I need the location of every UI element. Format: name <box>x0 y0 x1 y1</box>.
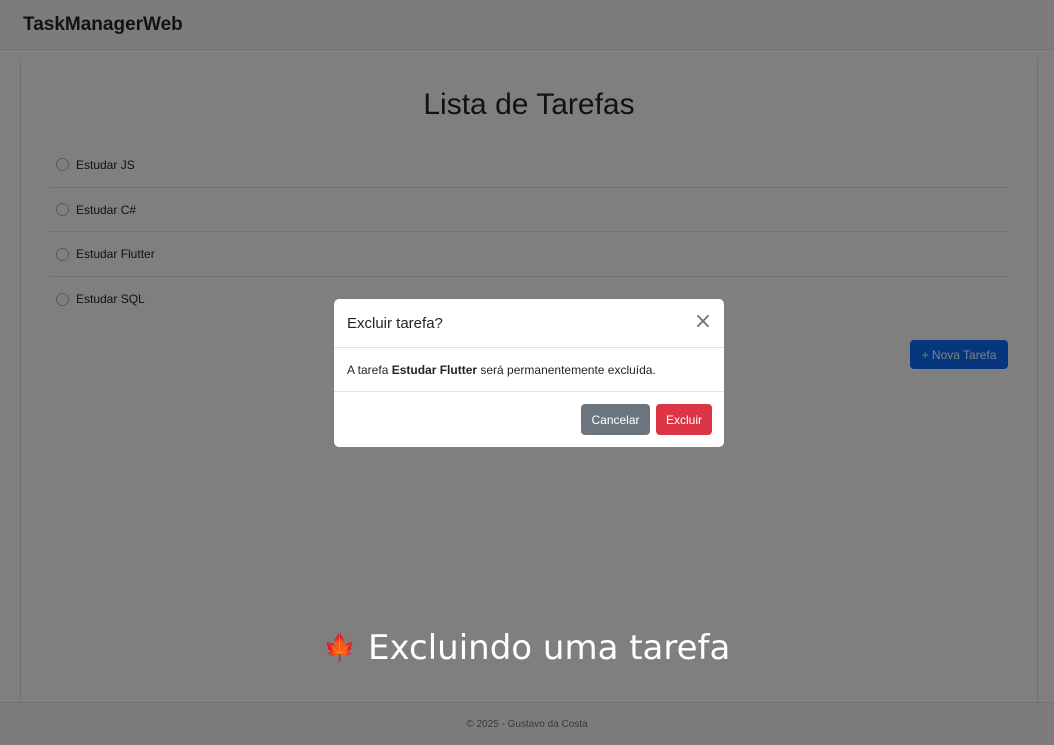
modal-footer: Cancelar Excluir <box>334 392 724 447</box>
delete-button[interactable]: Excluir <box>656 404 712 435</box>
close-icon[interactable]: × <box>692 311 714 333</box>
delete-confirm-modal: Excluir tarefa? × A tarefa Estudar Flutt… <box>334 299 724 447</box>
video-caption: 🍁 Excluindo uma tarefa <box>0 628 1054 668</box>
caption-text: Excluindo uma tarefa <box>368 628 731 668</box>
modal-body-suffix: será permanentemente excluída. <box>477 363 656 377</box>
modal-task-name: Estudar Flutter <box>391 363 478 377</box>
cancel-button[interactable]: Cancelar <box>581 404 650 435</box>
modal-title: Excluir tarefa? <box>347 315 443 332</box>
modal-body-prefix: A tarefa <box>347 363 392 377</box>
modal-body: A tarefa Estudar Flutter será permanente… <box>334 348 724 392</box>
modal-header: Excluir tarefa? × <box>334 299 724 348</box>
maple-leaf-icon: 🍁 <box>323 633 357 663</box>
